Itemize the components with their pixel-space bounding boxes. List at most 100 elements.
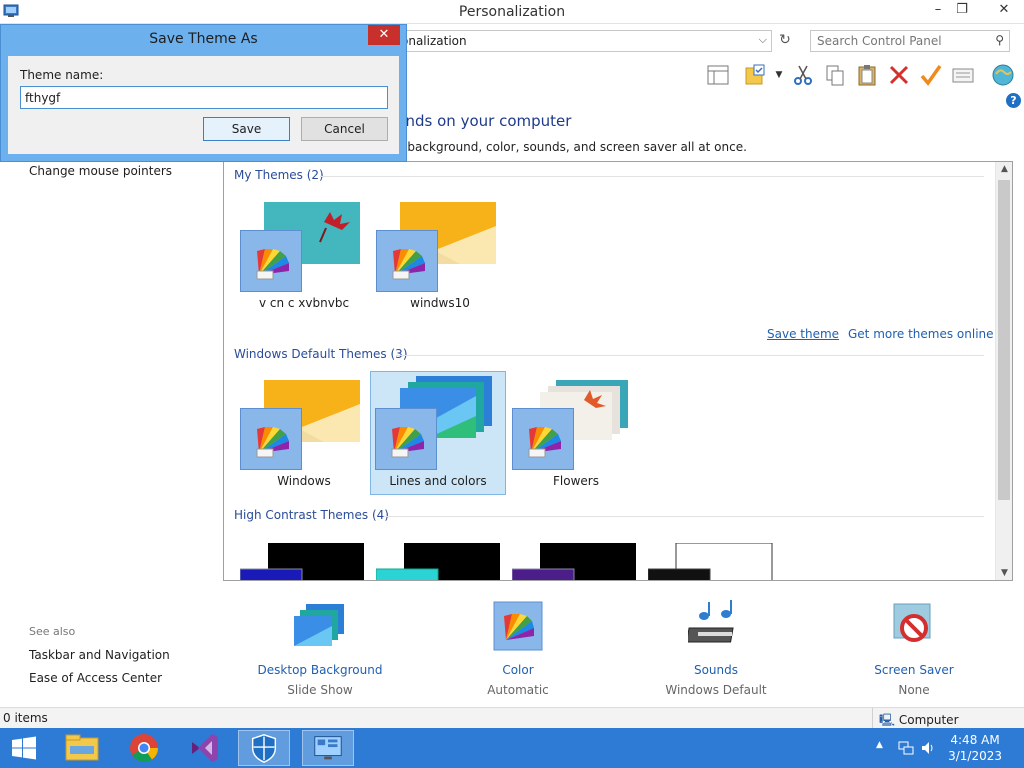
taskbar-navigation-link[interactable]: Taskbar and Navigation — [29, 648, 170, 662]
file-explorer-icon[interactable] — [56, 730, 108, 766]
taskbar-clock[interactable]: 4:48 AM 3/1/2023 — [948, 732, 1002, 764]
address-bar[interactable]: onalization ⌵ — [396, 30, 772, 52]
page-heading: unds on your computer — [396, 112, 572, 130]
section-divider — [320, 176, 984, 177]
screen-saver-option[interactable]: Screen Saver None — [834, 600, 994, 697]
checkmark-icon[interactable] — [918, 62, 944, 88]
clock-date: 3/1/2023 — [948, 749, 1002, 763]
option-value: Automatic — [487, 683, 549, 697]
screen-saver-icon — [893, 603, 931, 642]
theme-item[interactable]: windws10 — [372, 194, 508, 318]
color-palette-icon — [256, 427, 289, 458]
theme-label: v cn c xvbnvbc — [258, 296, 350, 310]
scroll-down-icon[interactable]: ▼ — [996, 568, 1012, 578]
high-contrast-theme-2[interactable] — [376, 543, 506, 581]
page-subheading: p background, color, sounds, and screen … — [396, 140, 747, 154]
desktop-background-option[interactable]: Desktop Background Slide Show — [240, 600, 400, 697]
theme-label: Flowers — [553, 474, 599, 488]
theme-item[interactable]: v cn c xvbnvbc — [236, 194, 372, 318]
save-button[interactable]: Save — [203, 117, 290, 141]
desktop-background-icon — [294, 604, 344, 646]
theme-palette — [512, 408, 574, 470]
globe-icon[interactable] — [990, 62, 1016, 88]
security-shield-icon[interactable] — [238, 730, 290, 766]
ease-of-access-link[interactable]: Ease of Access Center — [29, 671, 162, 685]
dropdown-arrow-icon[interactable]: ▼ — [766, 62, 792, 88]
theme-item-selected[interactable]: Lines and colors — [370, 371, 506, 495]
sounds-icon — [686, 600, 734, 643]
clock-time: 4:48 AM — [950, 733, 1000, 747]
theme-name-label: Theme name: — [20, 68, 104, 82]
window-titlebar: Personalization – ❐ ✕ — [0, 0, 1024, 24]
option-name: Color — [502, 663, 534, 677]
computer-icon: 🖳 — [879, 713, 896, 727]
color-icon — [493, 601, 543, 651]
save-theme-link[interactable]: Save theme — [767, 327, 839, 341]
theme-palette — [240, 230, 302, 292]
maximize-button[interactable]: ❐ — [948, 0, 976, 22]
theme-palette — [375, 408, 437, 470]
item-count: 0 items — [3, 711, 48, 725]
theme-palette — [376, 230, 438, 292]
theme-name-input[interactable] — [20, 86, 388, 109]
dialog-close-button[interactable]: ✕ — [368, 25, 400, 45]
scroll-up-icon[interactable]: ▲ — [996, 164, 1012, 174]
help-icon[interactable]: ? — [1006, 93, 1021, 108]
color-palette-icon — [392, 249, 425, 280]
theme-item[interactable]: Flowers — [508, 372, 644, 496]
option-value: Slide Show — [287, 683, 353, 697]
volume-icon[interactable] — [920, 740, 936, 756]
color-palette-icon — [528, 427, 561, 458]
option-name: Desktop Background — [257, 663, 383, 677]
visual-studio-icon[interactable] — [178, 730, 230, 766]
status-computer: 🖳 Computer — [872, 708, 959, 729]
default-themes-header: Windows Default Themes (3) — [234, 347, 408, 361]
taskbar: ▲ 4:48 AM 3/1/2023 — [0, 728, 1024, 768]
themes-scrollbar[interactable]: ▲ ▼ — [995, 162, 1012, 580]
address-text: onalization — [401, 34, 467, 48]
option-name: Sounds — [693, 663, 739, 677]
layout-pane-icon[interactable] — [705, 62, 731, 88]
paste-icon[interactable] — [854, 62, 880, 88]
properties-icon[interactable] — [950, 62, 976, 88]
color-option[interactable]: Color Automatic — [438, 600, 598, 697]
theme-item[interactable]: Windows — [236, 372, 372, 496]
save-theme-dialog: Save Theme As ✕ Theme name: Save Cancel — [0, 24, 407, 162]
sounds-option[interactable]: Sounds Windows Default — [636, 600, 796, 697]
copy-icon[interactable] — [822, 62, 848, 88]
scroll-thumb[interactable] — [998, 180, 1010, 500]
get-more-themes-link[interactable]: Get more themes online — [848, 327, 994, 341]
option-name: Screen Saver — [874, 663, 954, 677]
section-divider — [384, 516, 984, 517]
cancel-button[interactable]: Cancel — [301, 117, 388, 141]
delete-icon[interactable] — [886, 62, 912, 88]
start-windows-icon[interactable] — [0, 730, 48, 766]
high-contrast-theme-4[interactable] — [648, 543, 778, 581]
option-value: Windows Default — [665, 683, 767, 697]
chevron-down-icon[interactable]: ⌵ — [759, 33, 767, 47]
window-title: Personalization — [458, 4, 566, 20]
themes-panel: My Themes (2) v cn c xvbnvbc windws10 Sa… — [223, 161, 1013, 581]
computer-label: Computer — [898, 713, 959, 727]
close-button[interactable]: ✕ — [988, 0, 1020, 22]
my-themes-header: My Themes (2) — [234, 168, 324, 182]
search-input[interactable]: Search Control Panel ⚲ — [810, 30, 1010, 52]
high-contrast-theme-3[interactable] — [512, 543, 642, 581]
chrome-icon[interactable] — [118, 730, 170, 766]
high-contrast-theme-1[interactable] — [240, 543, 370, 581]
theme-label: Lines and colors — [389, 474, 487, 488]
section-divider — [396, 355, 984, 356]
tray-expand-icon[interactable]: ▲ — [876, 740, 883, 750]
scissors-icon[interactable] — [790, 62, 816, 88]
theme-label: windws10 — [410, 296, 470, 310]
color-palette-icon — [256, 249, 289, 280]
network-icon[interactable] — [898, 740, 914, 756]
dialog-title: Save Theme As — [149, 31, 258, 47]
search-icon[interactable]: ⚲ — [995, 33, 1004, 47]
refresh-icon[interactable]: ↻ — [775, 32, 795, 52]
high-contrast-header: High Contrast Themes (4) — [234, 508, 389, 522]
search-placeholder: Search Control Panel — [817, 34, 942, 48]
change-mouse-pointers-link[interactable]: Change mouse pointers — [29, 164, 172, 178]
control-panel-taskbar-icon[interactable] — [302, 730, 354, 766]
see-also-label: See also — [29, 625, 76, 638]
